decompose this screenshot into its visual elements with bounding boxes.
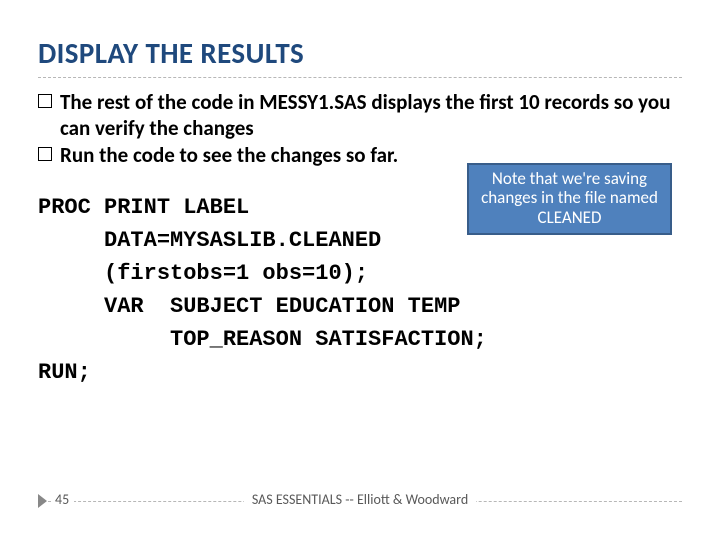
code-line: VAR SUBJECT EDUCATION TEMP xyxy=(38,290,682,323)
bullet-square-icon xyxy=(38,147,52,161)
bullet-square-icon xyxy=(38,94,52,108)
footer-text: SAS ESSENTIALS -- Elliott & Woodward xyxy=(0,491,720,508)
slide-title: DISPLAY THE RESULTS xyxy=(38,35,682,78)
footer: 45 SAS ESSENTIALS -- Elliott & Woodward xyxy=(0,490,720,530)
body-text: The rest of the code in MESSY1.SAS displ… xyxy=(38,90,682,169)
bullet-text: Run the code to see the changes so far. xyxy=(60,142,398,168)
callout-note: Note that we're saving changes in the fi… xyxy=(467,163,672,236)
bullet-text: The rest of the code in MESSY1.SAS displ… xyxy=(60,89,670,141)
code-block: Note that we're saving changes in the fi… xyxy=(38,191,682,389)
code-line: RUN; xyxy=(38,356,682,389)
bullet-item: The rest of the code in MESSY1.SAS displ… xyxy=(38,90,682,141)
code-line: (firstobs=1 obs=10); xyxy=(38,257,682,290)
slide: DISPLAY THE RESULTS The rest of the code… xyxy=(0,0,720,540)
code-line: TOP_REASON SATISFACTION; xyxy=(38,323,682,356)
